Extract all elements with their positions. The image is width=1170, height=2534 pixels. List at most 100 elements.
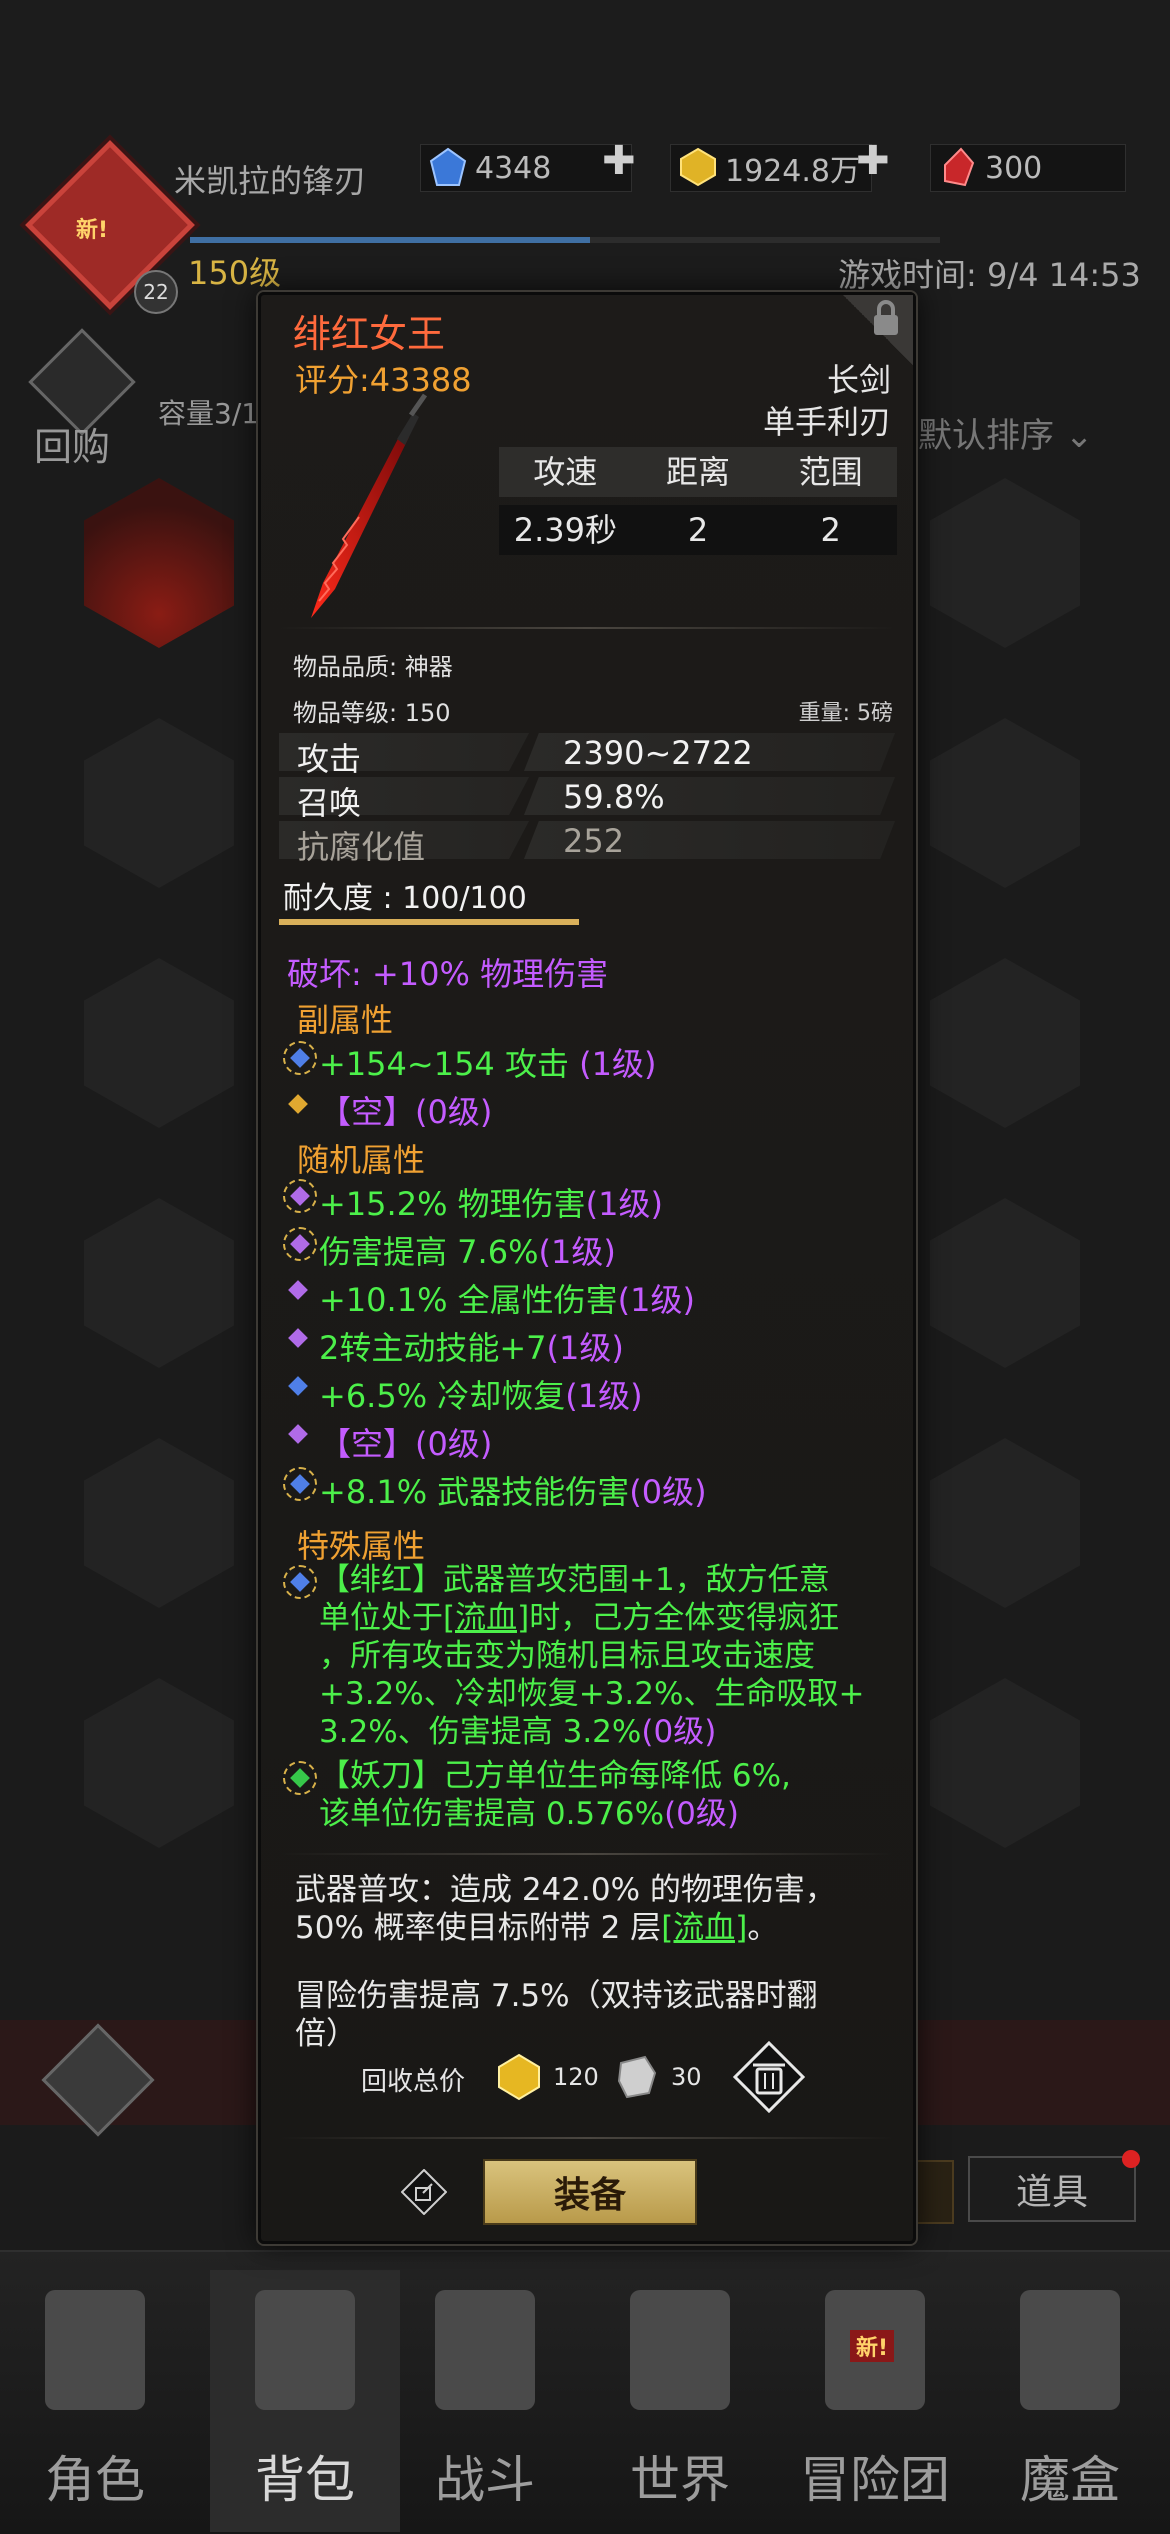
attribute-value: 252 bbox=[563, 822, 625, 860]
recycle-trash-button[interactable] bbox=[733, 2041, 805, 2113]
gem-core bbox=[290, 1048, 310, 1068]
special-line: 【绯红】武器普攻范围+1，敌方任意 bbox=[319, 1562, 830, 1598]
attribute-label: 攻击 bbox=[297, 740, 362, 778]
nav-character[interactable]: 角色 bbox=[0, 2270, 190, 2532]
nav-adventure-group[interactable]: 新! 冒险团 bbox=[780, 2270, 970, 2532]
socket-gem-icon bbox=[283, 1275, 311, 1303]
item-quality: 物品品质: 神器 bbox=[293, 653, 453, 681]
nav-backpack[interactable]: 背包 bbox=[210, 2270, 400, 2532]
stats-header-range: 距离 bbox=[666, 453, 731, 491]
inventory-slot[interactable] bbox=[930, 958, 1080, 1128]
resource-value: 1924.8万 bbox=[725, 154, 860, 189]
inventory-slot[interactable] bbox=[930, 1678, 1080, 1848]
random-attr-text: +10.1% 全属性伤害(1级) bbox=[319, 1275, 695, 1321]
game-time: 游戏时间: 9/4 14:53 bbox=[838, 256, 1141, 294]
buyback-button[interactable] bbox=[28, 328, 136, 436]
inventory-slot[interactable] bbox=[84, 1198, 234, 1368]
inventory-slot[interactable] bbox=[84, 478, 234, 648]
item-name: 绯红女王 bbox=[293, 312, 446, 356]
add-blue-gem-button[interactable]: ✚ bbox=[602, 138, 636, 184]
inventory-slot[interactable] bbox=[84, 1438, 234, 1608]
equip-button[interactable]: 装备 bbox=[483, 2159, 697, 2225]
stats-header-row: 攻速 距离 范围 bbox=[499, 447, 897, 497]
divider bbox=[281, 627, 893, 629]
socket-gem-icon bbox=[283, 1371, 311, 1399]
item-tooltip: 绯红女王 评分:43388 长剑 单手利刃 攻速 距离 范围 2.39秒 2 2… bbox=[258, 292, 916, 2244]
desc-line: 武器普攻：造成 242.0% 的物理伤害， bbox=[295, 1872, 836, 1908]
gem-core bbox=[288, 1280, 308, 1300]
lock-icon[interactable] bbox=[869, 299, 903, 339]
special-text: 时，己方全体变得疯狂 bbox=[529, 1600, 840, 1636]
inventory-slot[interactable] bbox=[84, 718, 234, 888]
resource-gold: 1924.8万 bbox=[670, 144, 872, 192]
socket-gem-icon bbox=[283, 1179, 317, 1213]
inventory-slot[interactable] bbox=[84, 958, 234, 1128]
inventory-slot[interactable] bbox=[84, 1678, 234, 1848]
bleed-link[interactable]: [流血] bbox=[443, 1600, 529, 1636]
attr-level: (0级) bbox=[415, 1425, 493, 1463]
stats-value-range: 2 bbox=[687, 511, 709, 549]
random-attr-text: +15.2% 物理伤害(1级) bbox=[319, 1179, 663, 1225]
attr-text: 【空】 bbox=[319, 1425, 416, 1463]
weapon-attack-description: 武器普攻：造成 242.0% 的物理伤害， 50% 概率使目标附带 2 层[流血… bbox=[295, 1871, 885, 1947]
gold-icon bbox=[680, 147, 716, 187]
sub-attributes-title: 副属性 bbox=[297, 1001, 394, 1039]
inventory-slot[interactable] bbox=[930, 478, 1080, 648]
inventory-slot[interactable] bbox=[930, 718, 1080, 888]
resource-blue-gem: 4348 bbox=[420, 144, 632, 192]
special-attr-text: 【绯红】武器普攻范围+1，敌方任意 单位处于[流血]时，己方全体变得疯狂 ，所有… bbox=[319, 1561, 879, 1751]
crimson-sword-icon bbox=[311, 393, 428, 618]
gem-core bbox=[290, 1572, 310, 1592]
chevron-down-icon: ⌄ bbox=[1064, 416, 1094, 456]
attr-text: +154~154 攻击 bbox=[319, 1045, 569, 1083]
destroy-effect: 破坏: +10% 物理伤害 bbox=[287, 955, 609, 993]
gold-icon bbox=[498, 2053, 540, 2101]
attribute-label: 抗腐化值 bbox=[297, 828, 426, 866]
gem-core bbox=[290, 1234, 310, 1254]
bleed-link[interactable]: [流血] bbox=[661, 1910, 747, 1946]
add-gold-button[interactable]: ✚ bbox=[856, 138, 890, 184]
random-attr-text: 伤害提高 7.6%(1级) bbox=[319, 1227, 616, 1273]
recycle-gold-value: 120 bbox=[553, 2063, 599, 2091]
nav-battle[interactable]: 战斗 bbox=[390, 2270, 580, 2532]
random-attr-text: +8.1% 武器技能伤害(0级) bbox=[319, 1467, 707, 1513]
share-icon[interactable] bbox=[401, 2169, 447, 2215]
attribute-value: 59.8% bbox=[563, 778, 665, 816]
socket-gem-icon bbox=[283, 1227, 317, 1261]
sort-label: 默认排序 bbox=[918, 416, 1054, 456]
backpack-icon bbox=[255, 2290, 355, 2410]
special-line: ，所有攻击变为随机目标且攻击速度 bbox=[319, 1638, 815, 1674]
sword-shield-icon bbox=[435, 2290, 535, 2410]
durability-label: 耐久度 : 100/100 bbox=[283, 881, 527, 916]
socket-gem-icon bbox=[283, 1467, 317, 1501]
special-line: 【妖刀】己方单位生命每降低 6%, bbox=[319, 1758, 791, 1794]
weapon-stats-table: 攻速 距离 范围 2.39秒 2 2 bbox=[499, 447, 897, 559]
nav-world[interactable]: 世界 bbox=[585, 2270, 775, 2532]
inventory-slot[interactable] bbox=[930, 1198, 1080, 1368]
nav-label: 世界 bbox=[630, 2451, 730, 2509]
tab-items[interactable]: 道具 bbox=[968, 2150, 1140, 2222]
buyback-label: 回购 bbox=[34, 425, 111, 469]
attr-text: +8.1% 武器技能伤害 bbox=[319, 1473, 630, 1511]
attr-level: (1级) bbox=[565, 1377, 643, 1415]
random-attributes-title: 随机属性 bbox=[297, 1141, 426, 1179]
tab-equipment[interactable] bbox=[910, 2160, 954, 2224]
scrap-icon bbox=[617, 2055, 657, 2099]
nav-magic-box[interactable]: 魔盒 bbox=[975, 2270, 1165, 2532]
divider bbox=[281, 1853, 893, 1855]
attribute-row: 召唤 59.8% bbox=[279, 777, 895, 822]
potion-button[interactable] bbox=[40, 2022, 155, 2137]
special-text: 该单位伤害提高 0.576% bbox=[319, 1796, 665, 1832]
attr-level: (0级) bbox=[664, 1796, 739, 1832]
resource-value: 4348 bbox=[475, 150, 552, 186]
attr-text: +6.5% 冷却恢复 bbox=[319, 1377, 566, 1415]
xp-bar-fill bbox=[190, 237, 590, 243]
new-badge: 新! bbox=[76, 218, 109, 243]
inventory-slot[interactable] bbox=[930, 1438, 1080, 1608]
attr-level: (1级) bbox=[538, 1233, 616, 1271]
attr-text: +15.2% 物理伤害 bbox=[319, 1185, 586, 1223]
red-gem-icon bbox=[944, 147, 975, 187]
special-text: 单位处于 bbox=[319, 1600, 443, 1636]
desc-text: 50% 概率使目标附带 2 层 bbox=[295, 1910, 662, 1946]
sort-dropdown[interactable]: 默认排序 ⌄ bbox=[918, 408, 1093, 457]
